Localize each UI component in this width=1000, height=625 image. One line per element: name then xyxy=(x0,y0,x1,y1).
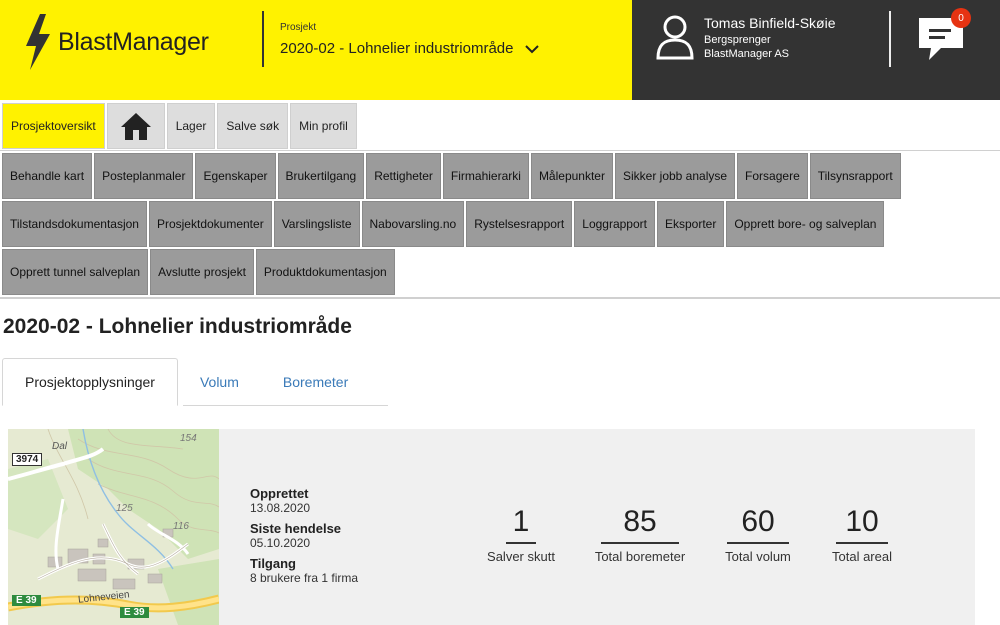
last-event-value: 05.10.2020 xyxy=(250,536,311,550)
brukertilgang-button[interactable]: Brukertilgang xyxy=(277,153,365,199)
map-elevation-label: 116 xyxy=(173,521,189,532)
map-place-label: Dal xyxy=(52,441,68,452)
stat-total-boremeter: 85 Total boremeter xyxy=(590,504,690,564)
stat-value: 10 xyxy=(845,505,879,538)
stat-underline xyxy=(836,542,888,544)
project-selected-value: 2020-02 - Lohnelier industriområde xyxy=(280,40,514,57)
project-selector[interactable]: 2020-02 - Lohnelier industriområde xyxy=(280,40,540,57)
tab-boremeter[interactable]: Boremeter xyxy=(261,358,370,406)
user-name: Tomas Binfield-Skøie xyxy=(704,15,836,31)
nav-lager[interactable]: Lager xyxy=(166,103,216,149)
project-label: Prosjekt xyxy=(280,22,317,33)
last-event-label: Siste hendelse xyxy=(250,521,342,536)
map-elevation-label: 125 xyxy=(116,503,133,514)
home-icon xyxy=(120,113,151,140)
logo-text: BlastManager xyxy=(58,27,209,56)
firmahierarki-button[interactable]: Firmahierarki xyxy=(442,153,529,199)
chevron-down-icon xyxy=(525,44,540,53)
function-row: Opprett tunnel salveplan Avslutte prosje… xyxy=(2,249,1000,295)
nav-prosjektoversikt[interactable]: Prosjektoversikt xyxy=(2,103,105,149)
produktdokumentasjon-button[interactable]: Produktdokumentasjon xyxy=(255,249,395,295)
map-road-shield-e39: E 39 xyxy=(12,595,41,606)
stat-underline xyxy=(601,542,679,544)
chat-notification-badge: 0 xyxy=(951,8,971,28)
malepunkter-button[interactable]: Målepunkter xyxy=(530,153,613,199)
stat-total-areal: 10 Total areal xyxy=(826,504,898,564)
app-logo[interactable]: BlastManager xyxy=(22,12,232,72)
forsagere-button[interactable]: Forsagere xyxy=(737,153,808,199)
stat-salver-skutt: 1 Salver skutt xyxy=(480,504,562,564)
header-divider-right xyxy=(889,11,891,67)
nav-min-profil[interactable]: Min profil xyxy=(290,103,357,149)
user-role: Bergsprenger xyxy=(704,34,771,46)
nabovarsling-button[interactable]: Nabovarsling.no xyxy=(361,201,465,247)
eksporter-button[interactable]: Eksporter xyxy=(656,201,725,247)
stat-label: Total areal xyxy=(832,549,892,564)
page-title: 2020-02 - Lohnelier industriområde xyxy=(3,315,352,338)
stat-underline xyxy=(727,542,789,544)
avslutte-prosjekt-button[interactable]: Avslutte prosjekt xyxy=(150,249,254,295)
prosjektdokumenter-button[interactable]: Prosjektdokumenter xyxy=(148,201,272,247)
tab-prosjektopplysninger[interactable]: Prosjektopplysninger xyxy=(2,358,178,406)
map-elevation-label: 154 xyxy=(180,433,197,444)
rystelsesrapport-button[interactable]: Rystelsesrapport xyxy=(466,201,573,247)
map-road-shield-3974: 3974 xyxy=(12,453,43,466)
created-value: 13.08.2020 xyxy=(250,501,311,515)
project-functions: Behandle kart Posteplanmaler Egenskaper … xyxy=(2,153,1000,297)
stat-label: Total boremeter xyxy=(594,549,686,564)
stat-label: Salver skutt xyxy=(487,549,555,564)
project-meta: Opprettet 13.08.2020 Siste hendelse 05.1… xyxy=(250,486,358,591)
egenskaper-button[interactable]: Egenskaper xyxy=(195,153,276,199)
lightning-bolt-icon xyxy=(26,14,50,70)
access-value: 8 brukere fra 1 firma xyxy=(250,571,359,585)
tilsynsrapport-button[interactable]: Tilsynsrapport xyxy=(809,153,901,199)
stat-value: 1 xyxy=(512,505,530,538)
nav-home[interactable] xyxy=(106,103,165,149)
behandle-kart-button[interactable]: Behandle kart xyxy=(2,153,93,199)
tabs-underline xyxy=(183,405,388,406)
nav-salve-sok[interactable]: Salve søk xyxy=(217,103,289,149)
loggrapport-button[interactable]: Loggrapport xyxy=(574,201,655,247)
divider xyxy=(0,297,1000,299)
created-label: Opprettet xyxy=(250,486,309,501)
map-road-shield-e39: E 39 xyxy=(120,607,149,618)
function-row: Tilstandsdokumentasjon Prosjektdokumente… xyxy=(2,201,1000,247)
divider xyxy=(0,150,1000,151)
stat-value: 85 xyxy=(623,505,657,538)
stat-underline xyxy=(506,542,536,544)
varslingsliste-button[interactable]: Varslingsliste xyxy=(273,201,360,247)
rettigheter-button[interactable]: Rettigheter xyxy=(366,153,441,199)
tab-volum[interactable]: Volum xyxy=(178,358,261,406)
user-company: BlastManager AS xyxy=(704,48,789,60)
posteplanmaler-button[interactable]: Posteplanmaler xyxy=(94,153,194,199)
header-divider xyxy=(262,11,264,67)
access-label: Tilgang xyxy=(250,556,296,571)
stat-label: Total volum xyxy=(725,549,791,564)
opprett-bore-salveplan-button[interactable]: Opprett bore- og salveplan xyxy=(726,201,885,247)
project-map[interactable]: 3974 Dal 154 125 116 Lohneveien E 39 E 3… xyxy=(8,429,219,625)
tilstandsdokumentasjon-button[interactable]: Tilstandsdokumentasjon xyxy=(2,201,147,247)
top-navigation: Prosjektoversikt Lager Salve søk Min pro… xyxy=(2,103,359,149)
app-header: BlastManager Prosjekt 2020-02 - Lohnelie… xyxy=(0,0,1000,100)
stat-value: 60 xyxy=(741,505,775,538)
stat-total-volum: 60 Total volum xyxy=(718,504,798,564)
project-tabs: Prosjektopplysninger Volum Boremeter xyxy=(2,358,370,406)
user-avatar-icon[interactable] xyxy=(655,14,695,60)
sikker-jobb-analyse-button[interactable]: Sikker jobb analyse xyxy=(614,153,736,199)
opprett-tunnel-salveplan-button[interactable]: Opprett tunnel salveplan xyxy=(2,249,149,295)
function-row: Behandle kart Posteplanmaler Egenskaper … xyxy=(2,153,1000,199)
